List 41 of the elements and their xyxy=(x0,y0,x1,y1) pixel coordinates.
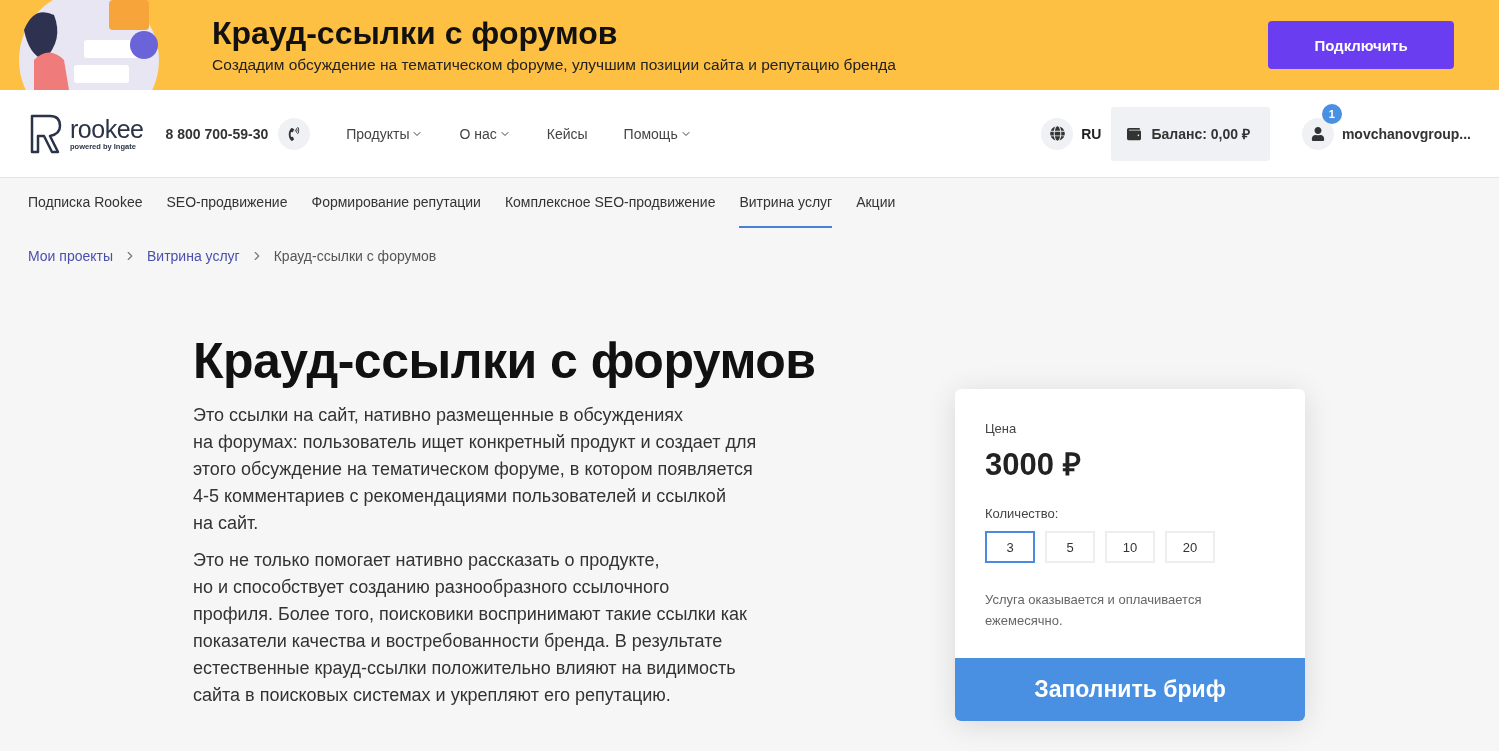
banner-subtitle: Создадим обсуждение на тематическом форуме, улучшим позиции сайта и репутацию бренда xyxy=(212,55,897,74)
quantity-option[interactable]: 20 xyxy=(1165,531,1215,563)
page-title: Крауд-ссылки с форумов xyxy=(193,332,817,390)
subnav-tab[interactable]: Комплексное SEO-продвижение xyxy=(504,178,716,228)
price-label: Цена xyxy=(985,421,1018,436)
user-icon xyxy=(1310,126,1325,141)
callback-button[interactable] xyxy=(278,117,311,150)
banner-title: Крауд-ссылки с форумов xyxy=(212,16,619,52)
menu-item[interactable]: Помощь xyxy=(623,125,692,142)
subnav-tab[interactable]: Витрина услуг xyxy=(739,178,833,228)
logo-text: rookee xyxy=(70,116,144,142)
username[interactable]: movchanovgroup... xyxy=(1341,125,1471,142)
subnav-tab[interactable]: Подписка Rookee xyxy=(28,178,143,228)
logo-icon xyxy=(28,113,62,154)
globe-icon xyxy=(1049,126,1065,141)
subnav-tab[interactable]: Формирование репутации xyxy=(311,178,481,228)
phone-icon xyxy=(287,126,302,141)
menu-item[interactable]: Продукты xyxy=(346,125,424,142)
description-paragraph: Это не только помогает нативно рассказать о продукте, но и способствует созданию разнообразного ссылочного профиля. Более того, поисковики воспринимают такие ссылки как показатели качества и востребованности бренда. В результате естественные крауд-ссылки положительно влияют на видимость сайта в поисковых системах и укрепляют его репутацию. xyxy=(193,549,748,707)
menu-item[interactable]: О нас xyxy=(459,125,511,142)
language-button[interactable] xyxy=(1041,117,1074,150)
description-paragraph: Это ссылки на сайт, нативно размещенные в обсуждениях на форумах: пользователь ищет конкретный продукт и создает для этого обсуждение на тематическом форуме, в котором появляется 4-5 комментариев с рекомендациями пользователей и ссылкой на сайт. xyxy=(193,404,758,535)
subnav-tab[interactable]: Акции xyxy=(856,178,896,228)
menu-item[interactable]: Кейсы xyxy=(546,125,588,142)
quantity-label: Количество: xyxy=(985,506,1060,521)
quantity-option[interactable]: 10 xyxy=(1105,531,1155,563)
breadcrumb-link[interactable]: Витрина услуг xyxy=(147,248,240,264)
notification-badge: 1 xyxy=(1321,103,1342,124)
price-value: 3000 ₽ xyxy=(985,446,1082,484)
breadcrumb-link[interactable]: Мои проекты xyxy=(28,248,113,264)
breadcrumb-link[interactable]: Крауд-ссылки с форумов xyxy=(273,248,437,264)
subnav-tab[interactable]: SEO-продвижение xyxy=(166,178,288,228)
wallet-icon xyxy=(1127,126,1142,141)
connect-button[interactable]: Подключить xyxy=(1268,21,1454,69)
quantity-option[interactable]: 5 xyxy=(1045,531,1095,563)
billing-note: Услуга оказывается и оплачивается ежемесячно. xyxy=(985,591,1203,630)
language-selector[interactable]: RU xyxy=(1081,125,1102,142)
quantity-option[interactable]: 3 xyxy=(985,531,1035,563)
balance-button[interactable]: Баланс: 0,00 ₽ xyxy=(1111,106,1270,161)
user-avatar[interactable] xyxy=(1301,117,1334,150)
phone-number: 8 800 700-59-30 xyxy=(165,125,269,142)
